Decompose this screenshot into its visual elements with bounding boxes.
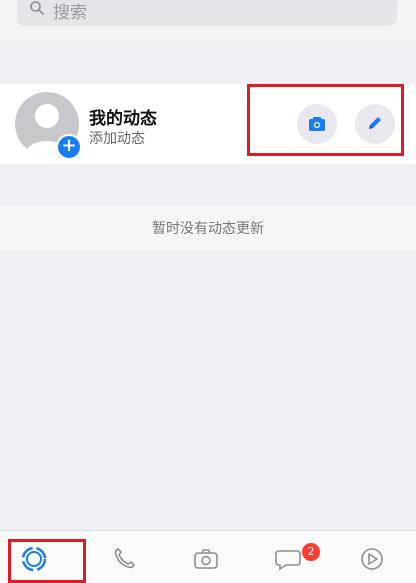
edit-button[interactable] bbox=[355, 104, 395, 144]
tab-bar: 2 bbox=[0, 530, 416, 583]
phone-icon bbox=[114, 548, 135, 569]
tab-settings[interactable] bbox=[352, 541, 392, 577]
tab-calls[interactable] bbox=[104, 541, 144, 577]
camera-button[interactable] bbox=[297, 104, 337, 144]
tab-chats[interactable] bbox=[268, 541, 308, 577]
status-subtitle: 添加动态 bbox=[89, 131, 145, 147]
tab-camera[interactable] bbox=[186, 541, 226, 577]
search-bar[interactable]: 搜索 bbox=[17, 0, 397, 26]
tab-status[interactable] bbox=[14, 541, 54, 577]
camera-icon bbox=[194, 549, 218, 569]
search-icon bbox=[30, 1, 44, 15]
chats-badge: 2 bbox=[302, 543, 320, 561]
status-ring-icon bbox=[21, 546, 47, 572]
camera-icon bbox=[309, 117, 325, 131]
pencil-icon bbox=[369, 117, 381, 129]
my-status-row[interactable]: + 我的动态 添加动态 bbox=[0, 84, 416, 164]
plus-icon: + bbox=[61, 135, 77, 156]
chat-bubble-icon bbox=[275, 550, 301, 571]
search-area: 搜索 bbox=[0, 0, 416, 40]
status-title: 我的动态 bbox=[89, 109, 157, 129]
add-status-button[interactable]: + bbox=[56, 134, 82, 160]
search-placeholder: 搜索 bbox=[53, 3, 87, 23]
empty-state-text: 暂时没有动态更新 bbox=[152, 221, 264, 237]
empty-state: 暂时没有动态更新 bbox=[0, 206, 416, 250]
settings-icon bbox=[361, 548, 383, 570]
